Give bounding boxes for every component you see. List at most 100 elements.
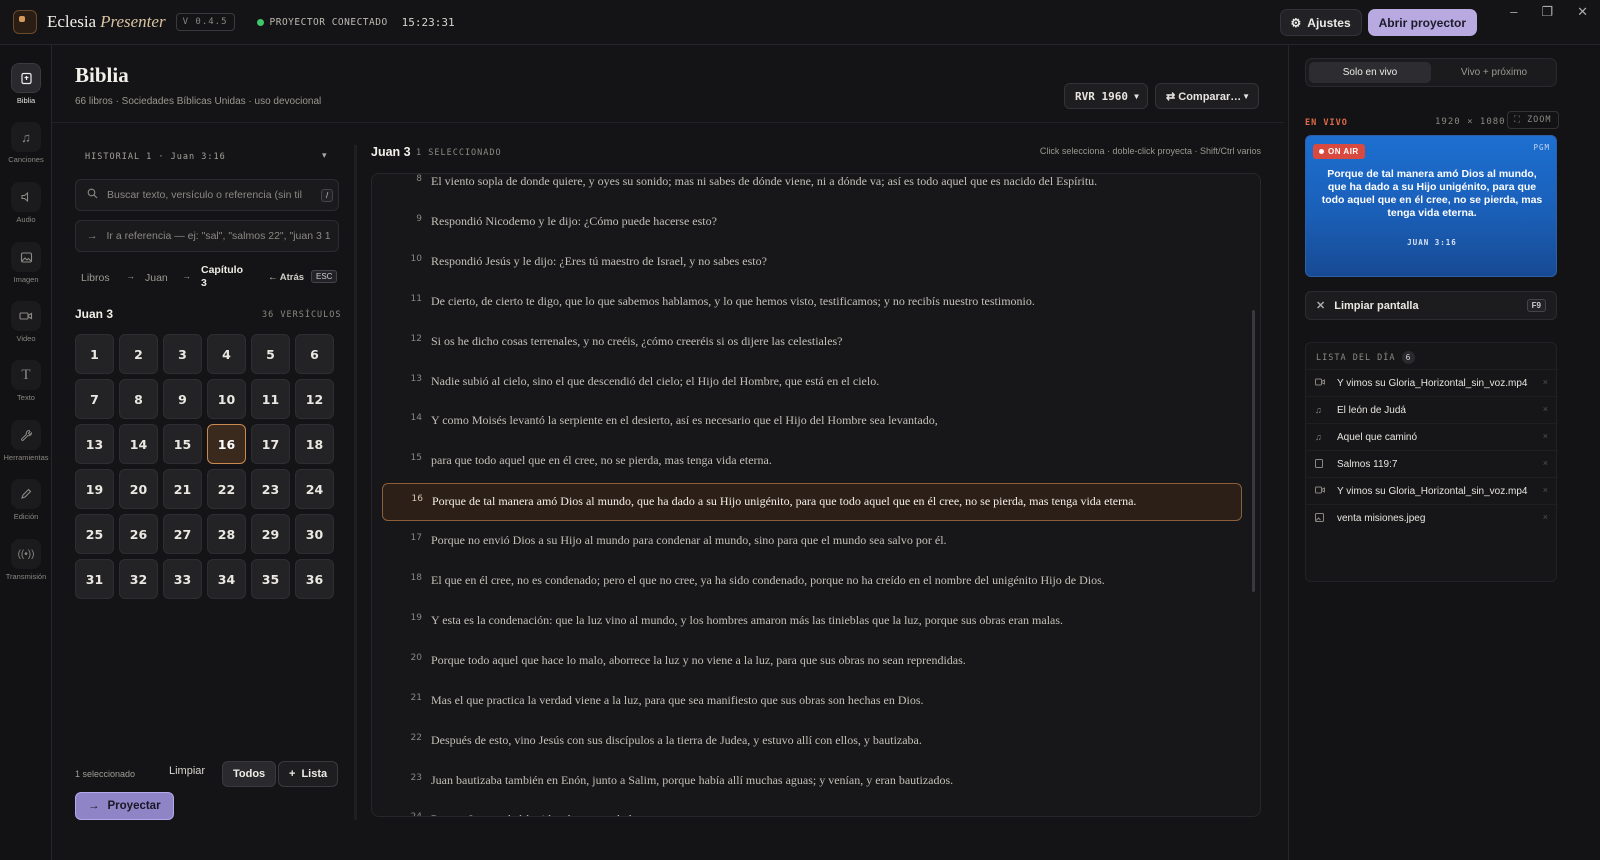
verse-button[interactable]: 3	[163, 334, 202, 374]
day-list-item-label: Y vimos su Gloria_Horizontal_sin_voz.mp4	[1337, 378, 1528, 389]
verse-row[interactable]: 24 Porque Juan no había sido aún encarcel…	[382, 804, 1242, 816]
verse-button[interactable]: 21	[163, 469, 202, 509]
remove-icon[interactable]: ×	[1543, 404, 1548, 414]
day-list-item[interactable]: Y vimos su Gloria_Horizontal_sin_voz.mp4…	[1306, 477, 1558, 504]
verse-button[interactable]: 35	[251, 559, 290, 599]
remove-icon[interactable]: ×	[1543, 512, 1548, 522]
verse-button[interactable]: 17	[251, 424, 290, 464]
add-to-list-button[interactable]: + Lista	[278, 761, 339, 787]
close-icon[interactable]: ✕	[1577, 4, 1588, 20]
clear-screen-button[interactable]: ✕ Limpiar pantalla F9	[1305, 291, 1557, 320]
verse-button[interactable]: 12	[295, 379, 334, 419]
verse-button[interactable]: 2	[119, 334, 158, 374]
settings-button[interactable]: ⚙ Ajustes	[1279, 9, 1362, 36]
verse-button[interactable]: 5	[251, 334, 290, 374]
verse-button[interactable]: 22	[207, 469, 246, 509]
maximize-icon[interactable]: ❐	[1541, 4, 1553, 20]
verse-button[interactable]: 25	[75, 514, 114, 554]
verse-button[interactable]: 7	[75, 379, 114, 419]
verse-row[interactable]: 22 Después de esto, vino Jesús con sus di…	[382, 725, 1242, 761]
crumb-books[interactable]: Libros	[81, 272, 110, 284]
verse-row[interactable]: 11 De cierto, de cierto te digo, que lo q…	[382, 286, 1242, 322]
rail-item-transmision[interactable]: ((•)) Transmisión	[0, 539, 52, 581]
verse-row[interactable]: 9 Respondió Nicodemo y le dijo: ¿Cómo pue…	[382, 206, 1242, 242]
verse-button[interactable]: 28	[207, 514, 246, 554]
rail-item-video[interactable]: Video	[0, 301, 52, 343]
verse-button[interactable]: 26	[119, 514, 158, 554]
goto-reference-input[interactable]: → Ir a referencia — ej: "sal", "salmos 2…	[75, 220, 339, 252]
verse-row[interactable]: 16 Porque de tal manera amó Dios al mundo…	[382, 483, 1242, 522]
remove-icon[interactable]: ×	[1543, 485, 1548, 495]
day-list-item[interactable]: Y vimos su Gloria_Horizontal_sin_voz.mp4…	[1306, 369, 1558, 396]
clear-selection-button[interactable]: Limpiar	[169, 765, 205, 777]
verse-button[interactable]: 4	[207, 334, 246, 374]
rail-item-canciones[interactable]: ♫ Canciones	[0, 122, 52, 164]
panel-splitter[interactable]	[354, 145, 357, 820]
verse-button[interactable]: 31	[75, 559, 114, 599]
select-all-button[interactable]: Todos	[222, 761, 277, 787]
day-list-item[interactable]: Salmos 119:7 ×	[1306, 450, 1558, 477]
verse-button[interactable]: 13	[75, 424, 114, 464]
verse-button[interactable]: 15	[163, 424, 202, 464]
verse-row[interactable]: 8 El viento sopla de donde quiere, y oyes…	[382, 174, 1242, 202]
chevron-down-icon[interactable]: ▾	[322, 150, 327, 161]
history-dropdown[interactable]: HISTORIAL 1 · Juan 3:16	[85, 152, 226, 162]
rail-item-herramientas[interactable]: Herramientas	[0, 420, 52, 462]
remove-icon[interactable]: ×	[1543, 458, 1548, 468]
version-select[interactable]: RVR 1960 ▼	[1064, 83, 1148, 109]
verse-button[interactable]: 34	[207, 559, 246, 599]
verse-row[interactable]: 15 para que todo aquel que en él cree, no…	[382, 445, 1242, 481]
verse-row[interactable]: 17 Porque no envió Dios a su Hijo al mund…	[382, 525, 1242, 561]
rail-item-texto[interactable]: T Texto	[0, 360, 52, 402]
verse-row[interactable]: 18 El que en él cree, no es condenado; pe…	[382, 565, 1242, 601]
compare-select[interactable]: ⇄ Comparar… ▼	[1155, 83, 1259, 109]
minimize-icon[interactable]: –	[1510, 4, 1517, 20]
remove-icon[interactable]: ×	[1543, 377, 1548, 387]
verse-button[interactable]: 27	[163, 514, 202, 554]
rail-item-audio[interactable]: Audio	[0, 182, 52, 224]
project-button[interactable]: → Proyectar	[75, 792, 174, 820]
search-input[interactable]: Buscar texto, versículo o referencia (si…	[75, 179, 339, 211]
verse-row[interactable]: 20 Porque todo aquel que hace lo malo, ab…	[382, 645, 1242, 681]
verse-button[interactable]: 32	[119, 559, 158, 599]
verse-button[interactable]: 30	[295, 514, 334, 554]
verse-row[interactable]: 10 Respondió Jesús y le dijo: ¿Eres tú ma…	[382, 246, 1242, 282]
verse-button[interactable]: 19	[75, 469, 114, 509]
verse-button[interactable]: 29	[251, 514, 290, 554]
tab-live-next[interactable]: Vivo + próximo	[1433, 62, 1555, 83]
open-projector-button[interactable]: Abrir proyector	[1367, 9, 1477, 36]
verse-button[interactable]: 6	[295, 334, 334, 374]
verse-button[interactable]: 1	[75, 334, 114, 374]
live-preview[interactable]: ON AIR PGM Porque de tal manera amó Dios…	[1305, 135, 1557, 277]
rail-item-imagen[interactable]: Imagen	[0, 242, 52, 284]
verse-button[interactable]: 33	[163, 559, 202, 599]
verse-row[interactable]: 21 Mas el que practica la verdad viene a …	[382, 685, 1242, 721]
verse-button[interactable]: 20	[119, 469, 158, 509]
rail-item-biblia[interactable]: Biblia	[0, 63, 52, 105]
verse-button[interactable]: 18	[295, 424, 334, 464]
remove-icon[interactable]: ×	[1543, 431, 1548, 441]
verse-button[interactable]: 9	[163, 379, 202, 419]
day-list-item[interactable]: ♫ Aquel que caminó ×	[1306, 423, 1558, 450]
verse-row[interactable]: 13 Nadie subió al cielo, sino el que desc…	[382, 366, 1242, 402]
rail-item-edicion[interactable]: Edición	[0, 479, 52, 521]
verse-row[interactable]: 23 Juan bautizaba también en Enón, junto …	[382, 765, 1242, 801]
verse-button[interactable]: 8	[119, 379, 158, 419]
verse-row[interactable]: 12 Si os he dicho cosas terrenales, y no …	[382, 326, 1242, 362]
verse-button[interactable]: 36	[295, 559, 334, 599]
verse-button[interactable]: 23	[251, 469, 290, 509]
verse-row[interactable]: 19 Y esta es la condenación: que la luz v…	[382, 605, 1242, 641]
day-list-item[interactable]: ♫ El león de Judá ×	[1306, 396, 1558, 423]
verse-button[interactable]: 11	[251, 379, 290, 419]
verse-button[interactable]: 10	[207, 379, 246, 419]
zoom-button[interactable]: ⛶ ZOOM	[1507, 111, 1559, 129]
verse-button[interactable]: 16	[207, 424, 246, 464]
crumb-book[interactable]: Juan	[145, 272, 168, 284]
scrollbar[interactable]	[1252, 310, 1255, 592]
verse-row[interactable]: 14 Y como Moisés levantó la serpiente en …	[382, 405, 1242, 441]
day-list-item[interactable]: venta misiones.jpeg ×	[1306, 504, 1558, 531]
verse-button[interactable]: 14	[119, 424, 158, 464]
back-button[interactable]: ← Atrás	[268, 272, 304, 283]
verse-button[interactable]: 24	[295, 469, 334, 509]
tab-live-only[interactable]: Solo en vivo	[1309, 62, 1431, 83]
